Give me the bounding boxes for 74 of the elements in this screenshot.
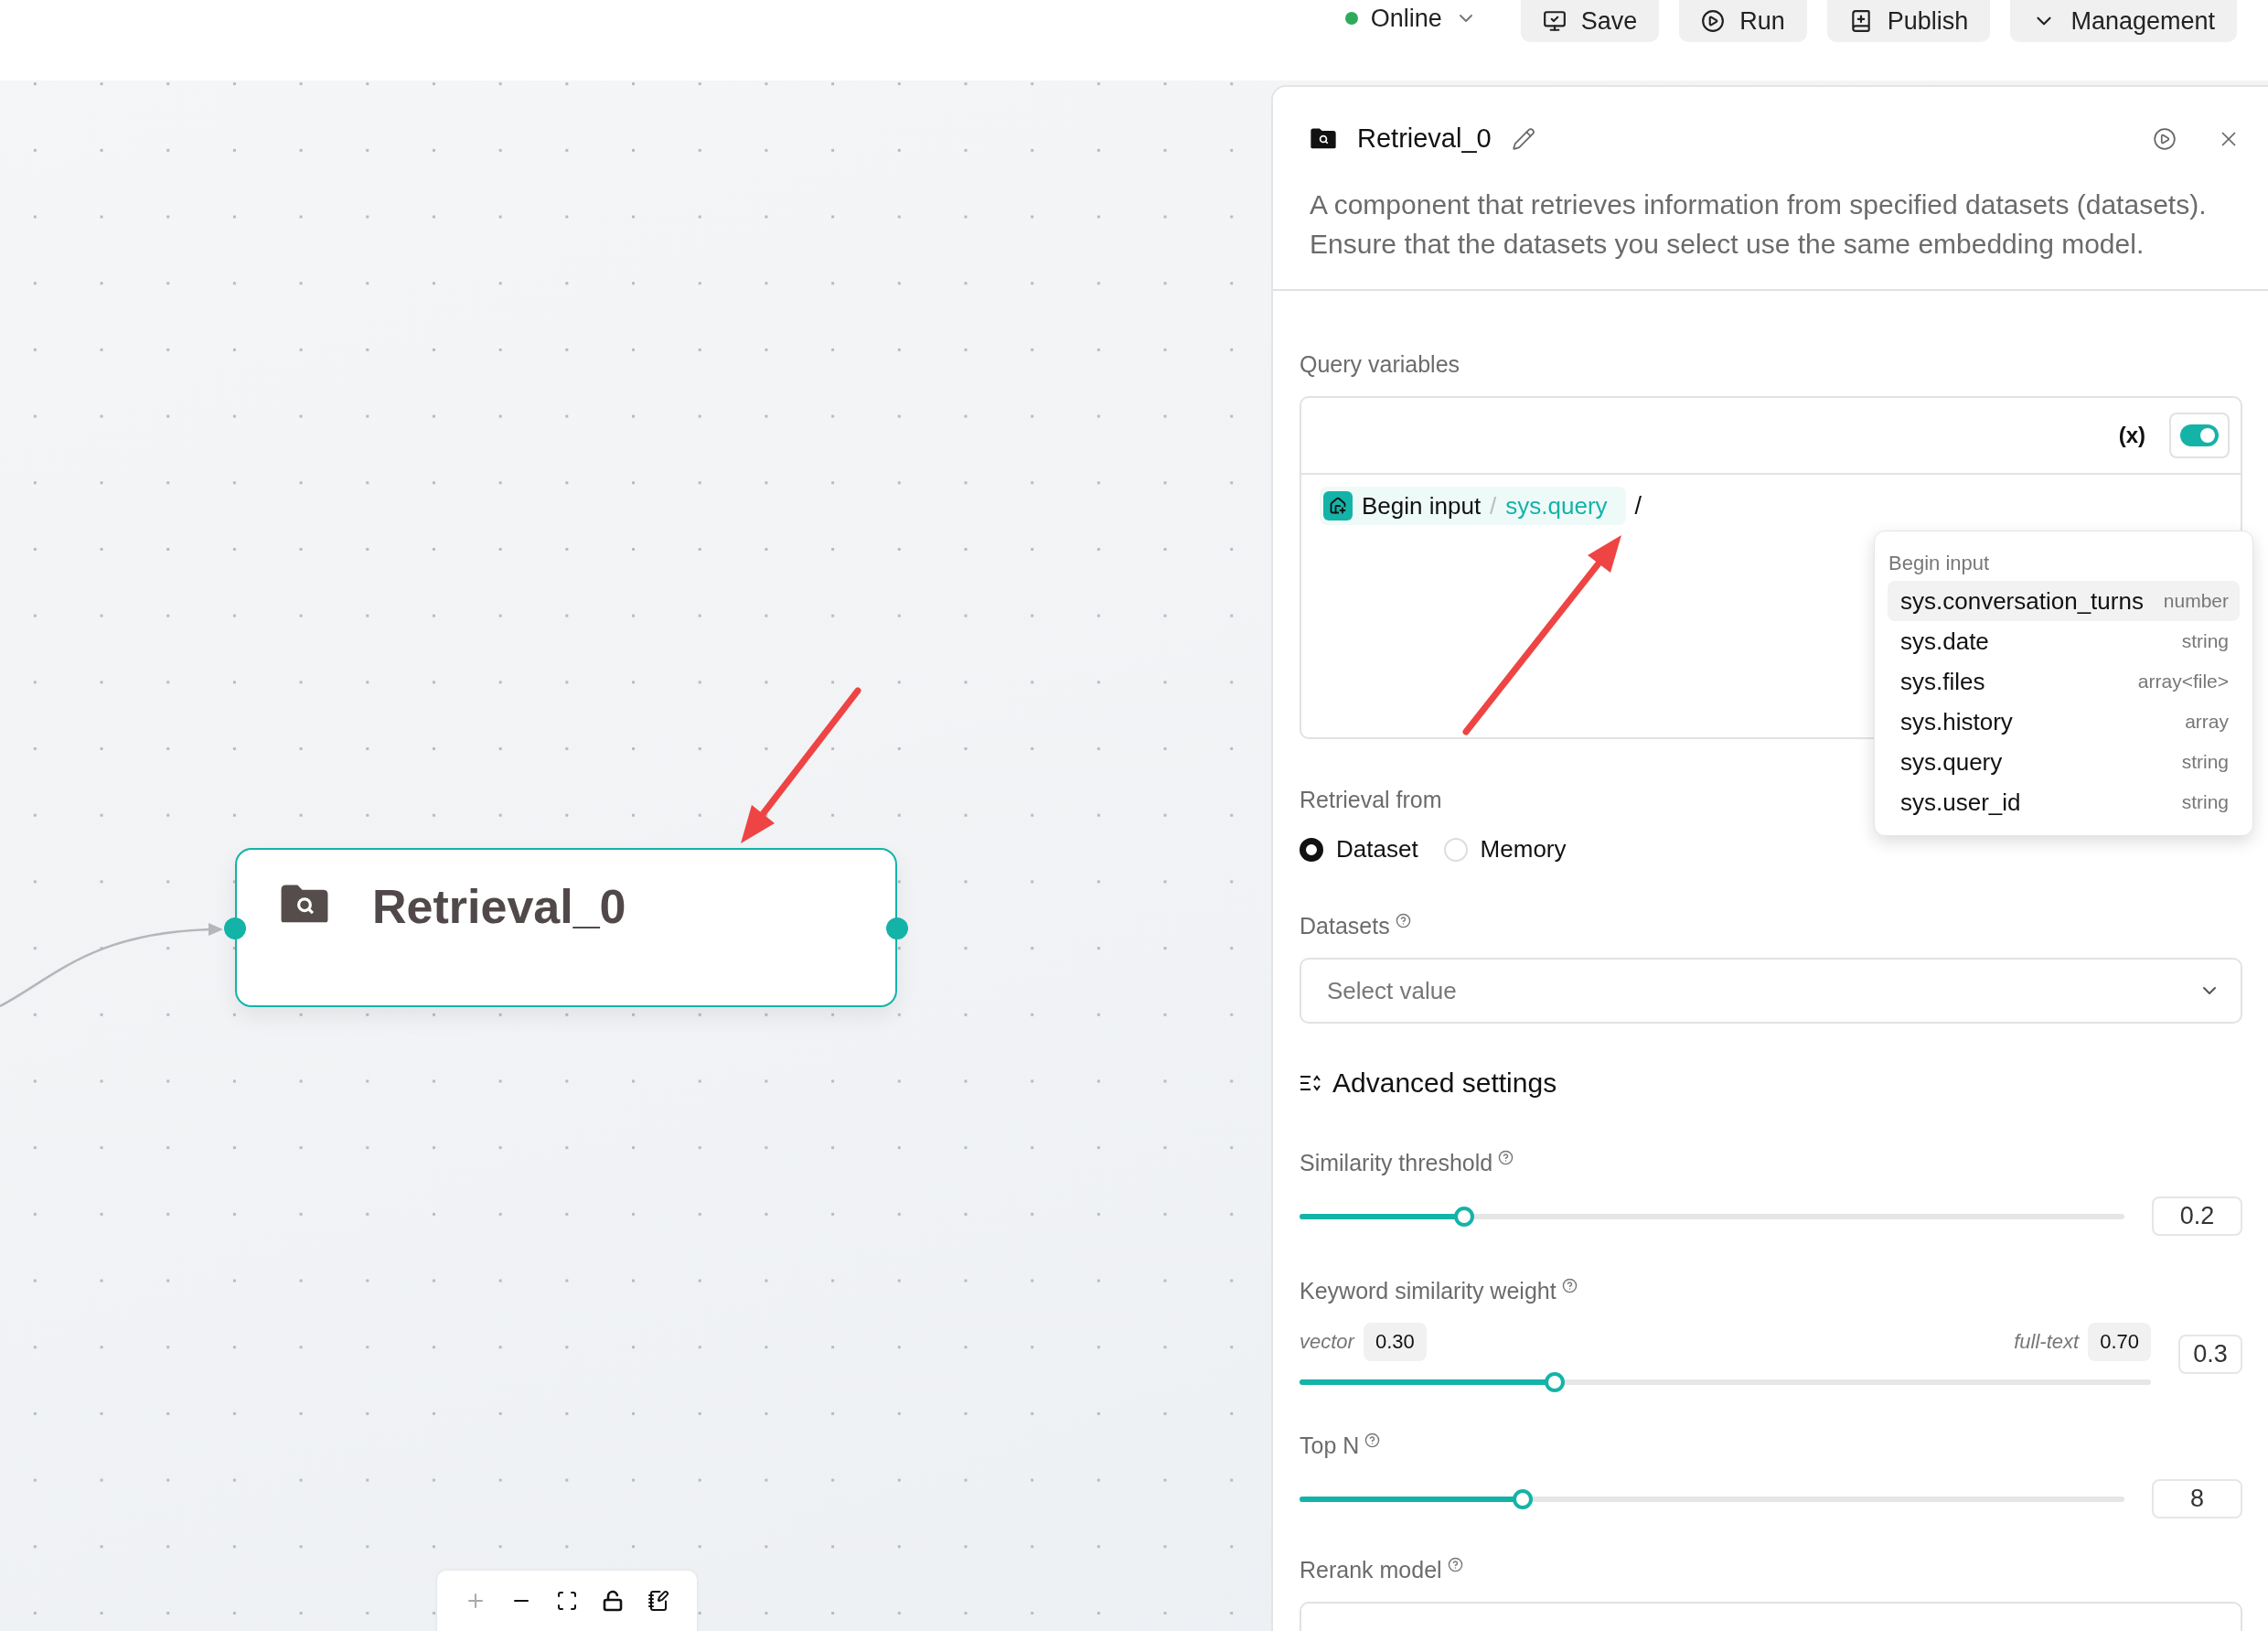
dropdown-item[interactable]: sys.files array<file>: [1888, 661, 2240, 702]
edit-icon[interactable]: [1511, 126, 1535, 151]
weight-label: full-text: [2014, 1330, 2080, 1354]
radio-button[interactable]: [1300, 837, 1323, 862]
field-label: Keyword similarity weight: [1300, 1278, 1557, 1304]
value-field[interactable]: 8: [2152, 1479, 2242, 1518]
slider[interactable]: [1300, 1372, 2151, 1392]
play-icon[interactable]: [2153, 126, 2177, 151]
monitor-check-icon: [1542, 9, 1567, 33]
dropdown-item[interactable]: sys.date string: [1888, 621, 2240, 661]
variable-type: array: [2185, 711, 2229, 733]
toolbar-button[interactable]: Save: [1520, 0, 1660, 42]
group-label: Begin input: [1888, 551, 1991, 576]
variable-name: sys.conversation_turns: [1900, 586, 2144, 616]
folder-search-icon: [279, 883, 330, 925]
variable-name: sys.query: [1900, 747, 2003, 777]
help-icon: [1561, 1278, 1578, 1293]
field-label: Query variables: [1300, 351, 1461, 378]
variable-chip[interactable]: Begin input / sys.query: [1320, 487, 1626, 525]
slider-handle[interactable]: [1512, 1488, 1533, 1509]
radio-label: Memory: [1480, 835, 1567, 864]
dropdown-item[interactable]: sys.query string: [1888, 742, 2240, 782]
help-icon: [1364, 1432, 1381, 1448]
slider[interactable]: [1300, 1488, 2124, 1509]
slider-handle[interactable]: [1454, 1206, 1475, 1227]
note-icon[interactable]: [646, 1588, 671, 1614]
field-label: Retrieval from: [1300, 787, 1442, 812]
radio-option[interactable]: Dataset: [1300, 835, 1418, 864]
toggle-switch[interactable]: [2180, 424, 2219, 446]
slider[interactable]: [1300, 1206, 2124, 1227]
play-icon: [1701, 9, 1726, 33]
field-label: Similarity threshold: [1300, 1150, 1493, 1176]
radio-label: Dataset: [1336, 835, 1418, 864]
node-title: Retrieval_0: [372, 883, 626, 930]
panel-description: A component that retrieves information from specified datasets (datasets). Ensure that the datasets you select use the same embedding model.: [1310, 188, 2208, 261]
toolbar-button[interactable]: Management: [2010, 0, 2237, 42]
folder-search-icon: [1310, 127, 1337, 150]
variable-button[interactable]: (x): [2118, 423, 2145, 448]
field-label: Top N: [1300, 1432, 1360, 1459]
help-icon: [1447, 1557, 1463, 1572]
section-title: Advanced settings: [1332, 1068, 1557, 1099]
variable-name: sys.files: [1900, 667, 1985, 696]
house-icon: [1323, 491, 1353, 520]
variable-type: number: [2163, 590, 2229, 612]
panel-title: Retrieval_0: [1357, 123, 1492, 154]
radio-option[interactable]: Memory: [1443, 835, 1567, 864]
toolbar-button[interactable]: Publish: [1826, 0, 1991, 42]
variable-name: sys.user_id: [1900, 788, 2021, 817]
variable-type: string: [2181, 791, 2229, 813]
variable-name: sys.history: [1900, 707, 2013, 736]
field-label: Rerank model: [1300, 1557, 1442, 1583]
toolbar-button[interactable]: Run: [1679, 0, 1807, 42]
list-chevrons-icon: [1300, 1074, 1321, 1092]
field-label: Datasets: [1300, 913, 1390, 939]
value-field[interactable]: 0.2: [2152, 1196, 2242, 1236]
value-field[interactable]: 0.3: [2178, 1334, 2242, 1374]
help-icon: [1395, 913, 1411, 928]
dropdown-item[interactable]: sys.conversation_turns number: [1888, 581, 2240, 621]
variable-type: string: [2181, 751, 2229, 773]
weight-value: 0.70: [2088, 1323, 2151, 1361]
dropdown-item[interactable]: sys.history array: [1888, 702, 2240, 742]
dropdown-item[interactable]: sys.user_id string: [1888, 782, 2240, 822]
input-handle[interactable]: [224, 917, 246, 939]
weight-label: vector: [1300, 1330, 1354, 1354]
status-label: Online: [1370, 4, 1442, 33]
slider-handle[interactable]: [1545, 1372, 1566, 1392]
variable-type: array<file>: [2137, 671, 2229, 692]
dataset-select[interactable]: Select value: [1300, 958, 2242, 1024]
help-icon: [1498, 1150, 1514, 1165]
typed-text: /: [1634, 491, 1642, 520]
output-handle[interactable]: [886, 917, 908, 939]
variable-name: sys.date: [1900, 627, 1989, 656]
weight-value: 0.30: [1363, 1323, 1427, 1361]
variable-type: string: [2181, 630, 2229, 652]
